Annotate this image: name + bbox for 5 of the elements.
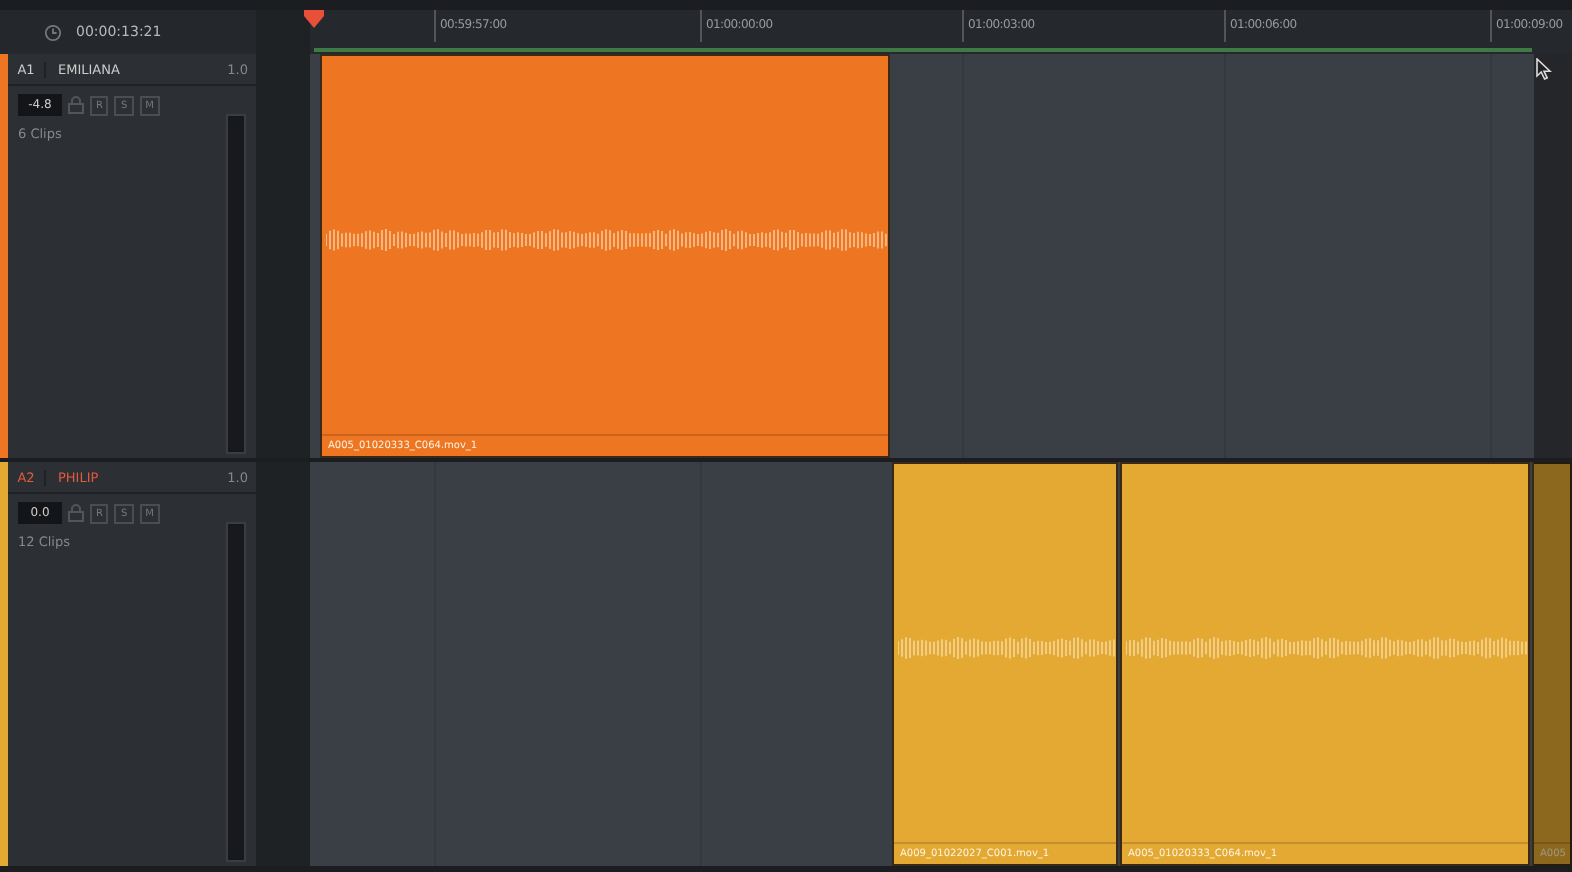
lock-icon[interactable] xyxy=(68,504,84,522)
mouse-pointer-icon xyxy=(1536,58,1552,80)
lock-icon[interactable] xyxy=(68,96,84,114)
clock-icon xyxy=(44,23,62,41)
playhead-icon[interactable] xyxy=(304,10,324,28)
